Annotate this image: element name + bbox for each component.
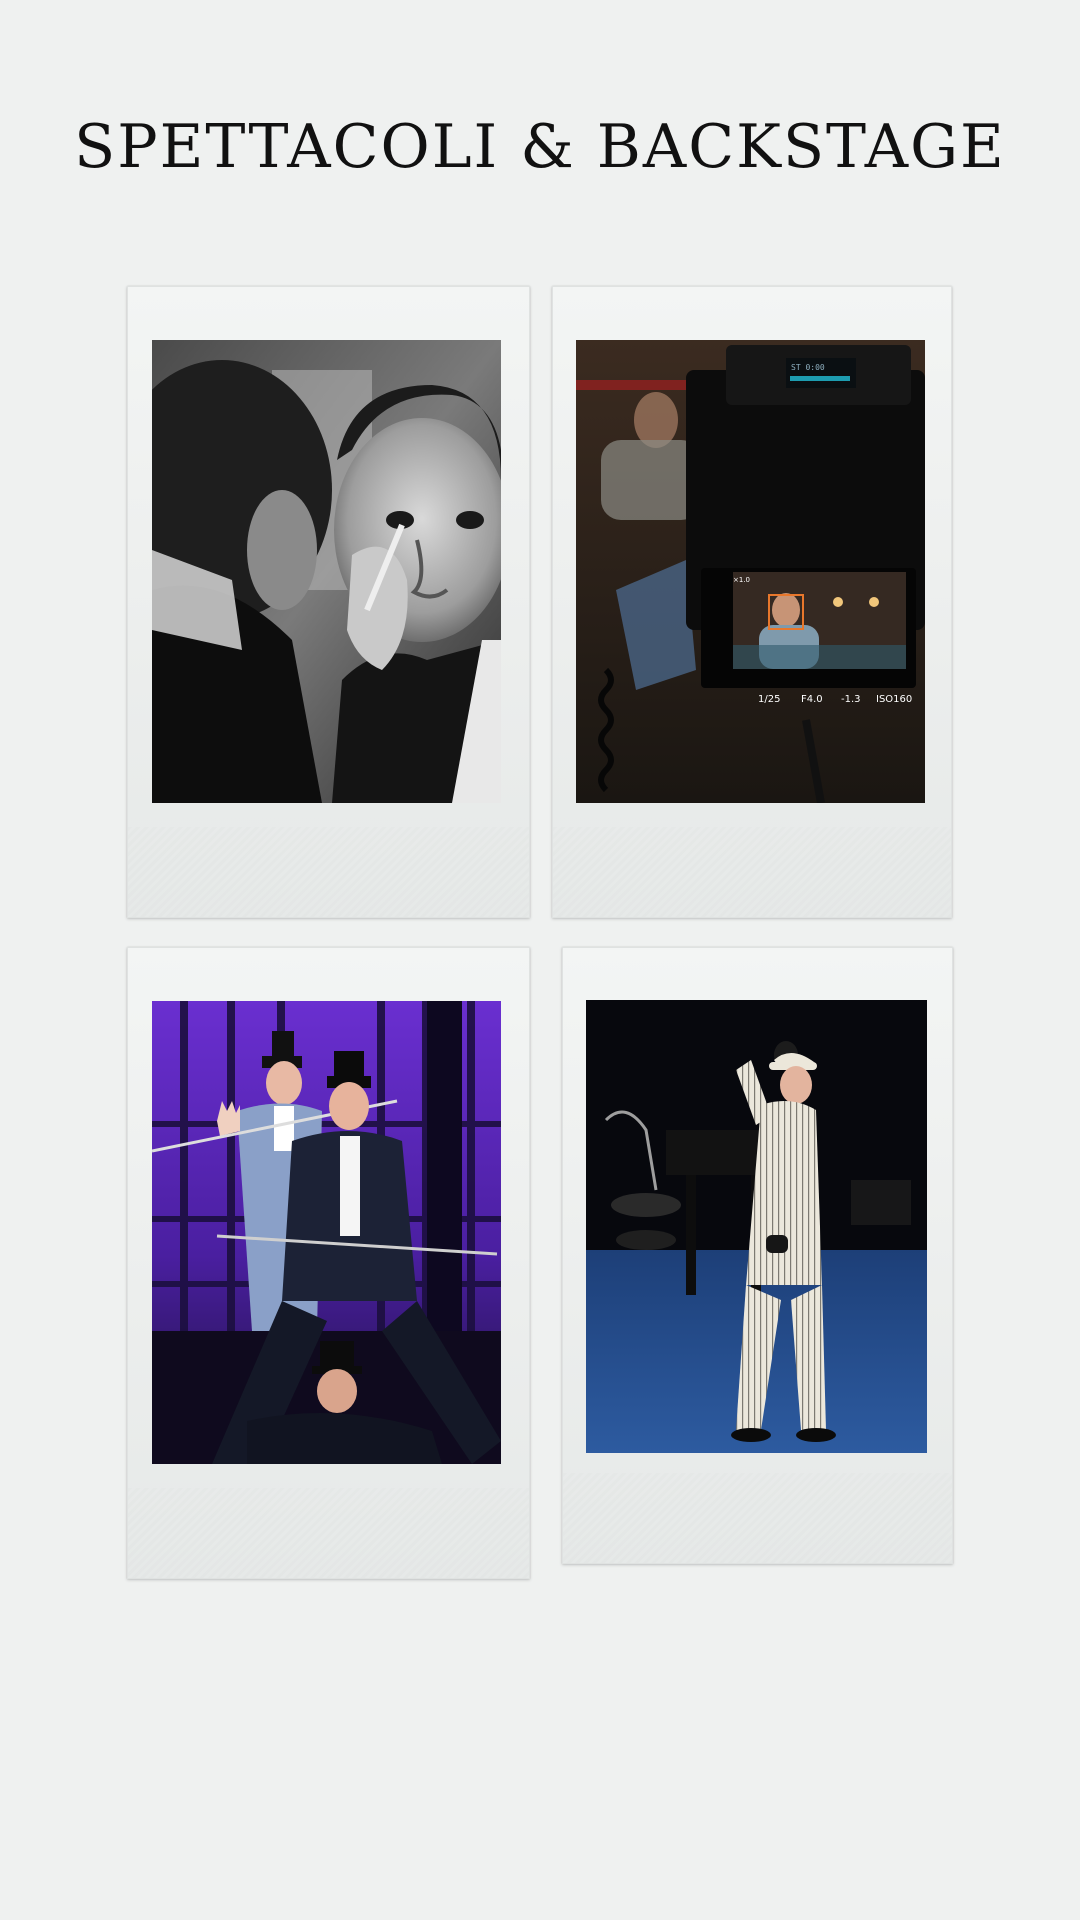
camera-shutter-text: 1/25 (758, 694, 780, 705)
polaroid-frame-4 (562, 947, 953, 1564)
photo-pinstripe-performer[interactable] (586, 1000, 927, 1453)
photo-makeup-mirror[interactable] (152, 340, 501, 803)
polaroid-frame-3 (127, 947, 530, 1579)
polaroid-frame-2: ST 0:00 ×1.0 1/25 F4.0 -1.3 ISO160 (552, 286, 952, 918)
camera-aperture-text: F4.0 (801, 694, 823, 705)
polaroid-frame-1 (127, 286, 530, 918)
camera-status-text: ST 0:00 (791, 363, 825, 372)
camera-exposure-text: -1.3 (841, 694, 861, 705)
camera-zoom-text: ×1.0 (733, 576, 750, 584)
camera-iso-text: ISO160 (876, 694, 912, 705)
photo-camera-viewfinder[interactable]: ST 0:00 ×1.0 1/25 F4.0 -1.3 ISO160 (576, 340, 925, 803)
page-title: SPETTACOLI & BACKSTAGE (74, 112, 1006, 182)
photo-top-hat-trio[interactable] (152, 1001, 501, 1464)
